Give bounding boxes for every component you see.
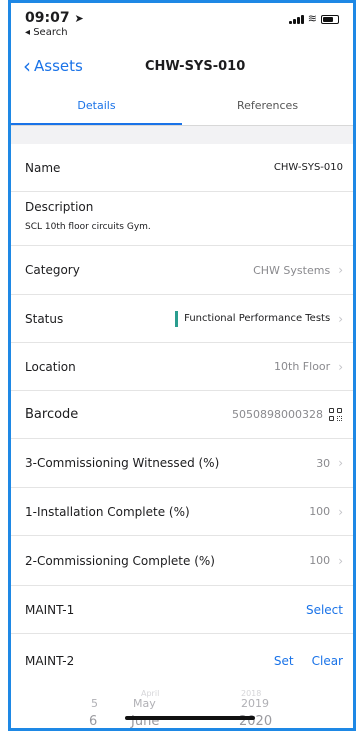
name-row: Name CHW-SYS-010 <box>11 144 353 192</box>
maint1-label: MAINT-1 <box>25 602 75 617</box>
maint2-clear-button[interactable]: Clear <box>312 654 343 668</box>
tab-details[interactable]: Details <box>11 89 182 125</box>
navigation-bar: ‹ Assets CHW-SYS-010 <box>11 50 353 84</box>
commissioning-witnessed-label: 3-Commissioning Witnessed (%) <box>25 456 220 470</box>
status-text: Functional Performance Tests <box>184 313 331 324</box>
barcode-number: 5050898000328 <box>232 408 323 421</box>
status-value: Functional Performance Tests <box>175 310 331 327</box>
category-label: Category <box>25 263 80 277</box>
chevron-right-icon: › <box>338 456 343 470</box>
commissioning-witnessed-value: 30 <box>316 456 331 470</box>
signal-icon <box>288 15 304 24</box>
location-label: Location <box>25 359 76 374</box>
back-button[interactable]: ‹ Assets <box>23 54 83 78</box>
chevron-right-icon: › <box>338 311 343 326</box>
installation-complete-value: 100 <box>309 505 331 518</box>
maint2-label: MAINT-2 <box>25 654 75 668</box>
battery-icon <box>321 15 339 24</box>
maint1-select-button[interactable]: Select <box>306 603 343 617</box>
page-title: CHW-SYS-010 <box>145 59 246 74</box>
section-divider <box>11 126 353 144</box>
maint2-set-button[interactable]: Set <box>274 654 294 668</box>
description-value: SCL 10th floor circuits Gym. <box>25 222 151 232</box>
status-row[interactable]: Status Functional Performance Tests › <box>11 295 353 343</box>
category-value: CHW Systems <box>253 263 331 277</box>
location-row[interactable]: Location 10th Floor › <box>11 343 353 391</box>
chevron-right-icon: › <box>338 504 343 519</box>
category-row[interactable]: Category CHW Systems › <box>11 246 353 295</box>
commissioning-witnessed-row[interactable]: 3-Commissioning Witnessed (%) 30 › <box>11 439 353 488</box>
commissioning-complete-label: 2-Commissioning Complete (%) <box>25 553 215 568</box>
time-text: 09:07 <box>25 10 70 26</box>
chevron-right-icon: › <box>338 263 343 277</box>
wifi-icon: ≋ <box>307 12 317 25</box>
picker-year-prev: 2019 <box>241 697 269 710</box>
screen: 09:07 ➤ ◂ Search ≋ ‹ Assets CHW-SYS-010 … <box>11 3 353 728</box>
date-picker[interactable]: April 2018 5 May 2019 6 June 2020 <box>11 689 353 728</box>
installation-complete-row[interactable]: 1-Installation Complete (%) 100 › <box>11 488 353 536</box>
status-label: Status <box>25 311 64 326</box>
home-indicator[interactable] <box>125 716 255 720</box>
tab-bar: Details References <box>11 89 353 126</box>
barcode-row: Barcode 5050898000328 <box>11 391 353 439</box>
chevron-left-icon: ‹ <box>23 54 31 78</box>
commissioning-complete-row[interactable]: 2-Commissioning Complete (%) 100 › <box>11 536 353 586</box>
picker-day-current: 6 <box>89 714 98 728</box>
device-frame: 09:07 ➤ ◂ Search ≋ ‹ Assets CHW-SYS-010 … <box>8 0 356 731</box>
location-arrow-icon: ➤ <box>74 12 84 25</box>
tab-references[interactable]: References <box>182 89 353 125</box>
status-time: 09:07 ➤ <box>25 10 84 26</box>
maint2-row: MAINT-2 Set Clear <box>11 634 353 688</box>
status-bar: 09:07 ➤ ◂ Search ≋ <box>11 3 353 43</box>
description-row: Description SCL 10th floor circuits Gym. <box>11 192 353 246</box>
name-value: CHW-SYS-010 <box>273 162 343 173</box>
chevron-right-icon: › <box>338 359 343 374</box>
picker-day-prev: 5 <box>91 697 98 710</box>
qr-code-icon[interactable] <box>329 407 343 422</box>
maint1-row: MAINT-1 Select <box>11 586 353 634</box>
installation-complete-label: 1-Installation Complete (%) <box>25 504 190 519</box>
back-label: Assets <box>34 57 83 75</box>
location-value: 10th Floor <box>274 360 331 373</box>
description-label: Description <box>25 200 94 214</box>
back-to-app-link[interactable]: ◂ Search <box>25 27 68 38</box>
commissioning-complete-value: 100 <box>309 554 331 567</box>
barcode-value: 5050898000328 <box>232 407 343 422</box>
chevron-right-icon: › <box>338 553 343 568</box>
system-icons: ≋ <box>288 12 339 25</box>
name-label: Name <box>25 160 61 175</box>
picker-month-prev: May <box>133 697 156 710</box>
status-color-indicator <box>175 310 179 327</box>
barcode-label: Barcode <box>25 407 79 422</box>
